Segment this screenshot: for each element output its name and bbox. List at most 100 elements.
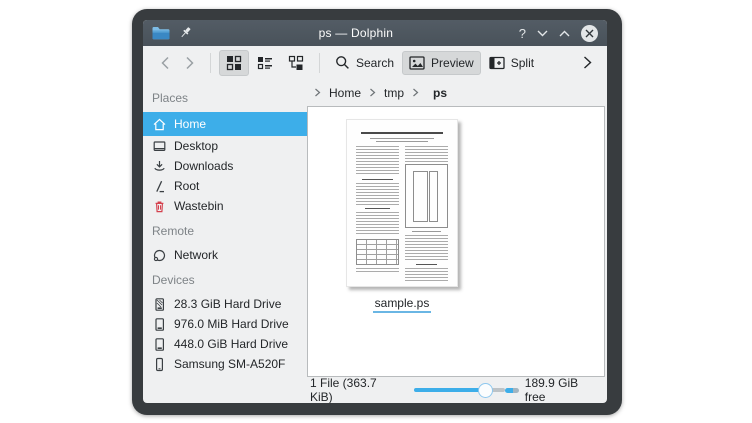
free-space-label: 189.9 GiB free xyxy=(525,376,601,403)
disk-capacity-bar xyxy=(505,388,519,393)
file-item-sample-ps[interactable]: sample.ps xyxy=(330,119,474,313)
file-view[interactable]: sample.ps xyxy=(307,106,605,377)
desktop-icon xyxy=(152,139,167,154)
back-button[interactable] xyxy=(153,51,177,75)
split-button[interactable]: Split xyxy=(482,51,541,75)
preview-figure-rect xyxy=(413,171,427,223)
sidebar-item-label: Samsung SM-A520F xyxy=(174,357,285,371)
close-button[interactable] xyxy=(581,25,598,42)
toolbar-overflow-button[interactable] xyxy=(576,51,599,74)
sidebar-item-label: Home xyxy=(174,117,206,131)
status-summary: 1 File (363.7 KiB) xyxy=(310,376,401,403)
trash-icon xyxy=(152,199,167,214)
sidebar-item-label: Wastebin xyxy=(174,199,224,213)
chevron-right-icon xyxy=(369,88,376,97)
sidebar-item-drive-2[interactable]: 976.0 MiB Hard Drive xyxy=(143,314,307,334)
places-section-header: Places xyxy=(143,83,307,112)
toolbar-separator xyxy=(319,53,320,73)
split-view-icon xyxy=(489,56,505,70)
sidebar-item-desktop[interactable]: Desktop xyxy=(143,136,307,156)
titlebar[interactable]: ps — Dolphin ? xyxy=(143,20,607,46)
search-button[interactable]: Search xyxy=(328,50,401,75)
app-folder-icon[interactable] xyxy=(152,26,170,40)
sidebar-item-label: 28.3 GiB Hard Drive xyxy=(174,297,281,311)
preview-text-block xyxy=(405,235,448,261)
hard-drive-icon xyxy=(152,337,167,352)
preview-text-block xyxy=(356,183,399,205)
breadcrumb-home[interactable]: Home xyxy=(328,86,362,100)
preview-figure xyxy=(405,164,448,228)
zoom-slider-handle[interactable] xyxy=(478,383,493,398)
preview-text-block xyxy=(356,268,399,274)
sidebar-item-downloads[interactable]: Downloads xyxy=(143,156,307,176)
preview-doc-right-column xyxy=(405,146,448,282)
preview-figure-caption xyxy=(412,231,441,232)
preview-text-block xyxy=(356,146,399,176)
icons-view-button[interactable] xyxy=(219,50,249,76)
preview-doc-title-line xyxy=(361,132,444,134)
maximize-button[interactable] xyxy=(559,30,570,37)
sidebar-item-drive-3[interactable]: 448.0 GiB Hard Drive xyxy=(143,334,307,354)
preview-doc-author-line xyxy=(376,141,428,142)
sidebar-item-label: Network xyxy=(174,248,218,262)
hard-drive-icon xyxy=(152,297,167,312)
devices-section-header: Devices xyxy=(143,265,307,294)
preview-doc-left-column xyxy=(356,146,399,282)
document-preview-thumbnail[interactable] xyxy=(346,119,458,287)
breadcrumb-tmp[interactable]: tmp xyxy=(383,86,405,100)
places-panel: Places Home Desktop xyxy=(143,79,307,403)
sidebar-item-network[interactable]: Network xyxy=(143,245,307,265)
remote-section-header: Remote xyxy=(143,216,307,245)
sidebar-item-phone[interactable]: Samsung SM-A520F xyxy=(143,354,307,374)
help-button[interactable]: ? xyxy=(519,26,526,41)
preview-heading-line xyxy=(362,179,393,180)
file-name-label[interactable]: sample.ps xyxy=(373,296,432,313)
breadcrumb-current[interactable]: ps xyxy=(432,86,448,100)
smartphone-icon xyxy=(152,357,167,372)
preview-text-block xyxy=(356,212,399,236)
tree-view-button[interactable] xyxy=(281,50,311,76)
toolbar-separator xyxy=(210,53,211,73)
status-bar: 1 File (363.7 KiB) 189.9 GiB free xyxy=(307,377,607,403)
preview-toggle-button[interactable]: Preview xyxy=(402,51,481,75)
hard-drive-icon xyxy=(152,317,167,332)
zoom-slider[interactable] xyxy=(414,382,505,398)
pin-icon[interactable] xyxy=(179,26,193,40)
download-icon xyxy=(152,159,167,174)
sidebar-item-label: Desktop xyxy=(174,139,218,153)
preview-text-block xyxy=(405,146,448,162)
search-label: Search xyxy=(356,56,394,70)
dolphin-window: ps — Dolphin ? xyxy=(143,20,607,403)
main-area: Places Home Desktop xyxy=(143,79,607,403)
sidebar-item-label: 976.0 MiB Hard Drive xyxy=(174,317,289,331)
sidebar-item-wastebin[interactable]: Wastebin xyxy=(143,196,307,216)
preview-image-icon xyxy=(409,56,425,70)
preview-figure-rect xyxy=(429,171,438,223)
search-icon xyxy=(335,55,350,70)
split-label: Split xyxy=(511,56,534,70)
sidebar-item-drive-1[interactable]: 28.3 GiB Hard Drive xyxy=(143,294,307,314)
sidebar-item-label: 448.0 GiB Hard Drive xyxy=(174,337,288,351)
sidebar-item-root[interactable]: Root xyxy=(143,176,307,196)
chevron-right-icon xyxy=(412,88,419,97)
root-slash-icon xyxy=(152,179,167,194)
window-title: ps — Dolphin xyxy=(202,26,510,40)
sidebar-item-home[interactable]: Home xyxy=(143,112,307,136)
preview-heading-line xyxy=(365,208,391,209)
sidebar-item-label: Downloads xyxy=(174,159,233,173)
preview-table xyxy=(356,239,399,265)
sidebar-item-label: Root xyxy=(174,179,199,193)
chevron-right-icon xyxy=(314,88,321,97)
minimize-button[interactable] xyxy=(537,30,548,37)
window-shadow: ps — Dolphin ? xyxy=(132,9,622,415)
preview-doc-columns xyxy=(356,146,448,282)
home-icon xyxy=(152,117,167,132)
preview-text-block xyxy=(405,268,448,282)
network-globe-icon xyxy=(152,248,167,263)
preview-heading-line xyxy=(416,264,438,265)
forward-button[interactable] xyxy=(178,51,202,75)
preview-label: Preview xyxy=(431,56,474,70)
preview-doc-author-line xyxy=(370,138,434,139)
toolbar: Search Preview xyxy=(143,46,607,79)
details-view-button[interactable] xyxy=(250,50,280,76)
